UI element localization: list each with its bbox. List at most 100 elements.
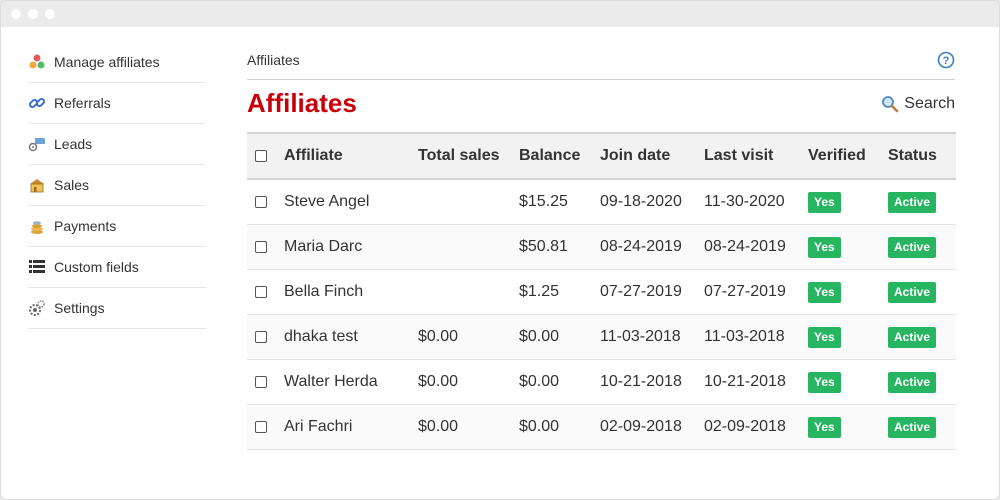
sidebar-item-label: Settings bbox=[54, 300, 105, 316]
link-icon bbox=[28, 97, 46, 109]
balance: $0.00 bbox=[519, 359, 600, 405]
verified-badge: Yes bbox=[808, 416, 841, 438]
last-visit: 07-27-2019 bbox=[704, 269, 808, 315]
search-icon bbox=[882, 96, 899, 113]
verified-badge: Yes bbox=[808, 191, 841, 213]
main-content: Affiliates ? Affiliates Search Affiliate… bbox=[247, 42, 956, 450]
breadcrumb-row: Affiliates ? bbox=[247, 42, 955, 80]
status-badge: Active bbox=[888, 281, 937, 303]
sidebar-item-leads[interactable]: Leads bbox=[28, 124, 205, 165]
sales-icon bbox=[30, 179, 44, 193]
status-badge: Active bbox=[888, 236, 937, 258]
sidebar-item-settings[interactable]: Settings bbox=[28, 288, 205, 329]
affiliate-name[interactable]: Ari Fachri bbox=[284, 404, 418, 450]
sidebar-item-label: Sales bbox=[54, 177, 90, 193]
column-header-affiliate[interactable]: Affiliate bbox=[284, 133, 418, 179]
last-visit: 08-24-2019 bbox=[704, 224, 808, 270]
row-checkbox[interactable] bbox=[255, 420, 267, 433]
list-icon bbox=[29, 260, 45, 273]
status-badge: Active bbox=[888, 371, 937, 393]
verified-badge: Yes bbox=[808, 326, 841, 348]
last-visit: 11-03-2018 bbox=[704, 314, 808, 360]
column-header-status[interactable]: Status bbox=[888, 133, 956, 179]
join-date: 02-09-2018 bbox=[600, 404, 704, 450]
sidebar-item-custom-fields[interactable]: Custom fields bbox=[28, 247, 205, 288]
browser-window: Manage affiliates Referrals Leads Sales … bbox=[0, 0, 1000, 500]
balance: $50.81 bbox=[519, 224, 600, 270]
row-checkbox[interactable] bbox=[255, 285, 267, 298]
affiliate-name[interactable]: Bella Finch bbox=[284, 269, 418, 315]
row-checkbox[interactable] bbox=[255, 330, 267, 343]
column-header-total-sales[interactable]: Total sales bbox=[418, 133, 519, 179]
gear-icon bbox=[29, 300, 45, 316]
breadcrumb: Affiliates bbox=[247, 52, 300, 68]
search-label: Search bbox=[904, 95, 955, 112]
window-dot-icon bbox=[45, 9, 55, 19]
table-row[interactable]: Maria Darc $50.81 08-24-2019 08-24-2019 … bbox=[247, 224, 956, 270]
status-badge: Active bbox=[888, 191, 937, 213]
total-sales bbox=[418, 269, 519, 315]
window-dot-icon bbox=[28, 9, 38, 19]
sidebar-item-manage-affiliates[interactable]: Manage affiliates bbox=[28, 42, 205, 83]
balance: $1.25 bbox=[519, 269, 600, 315]
table-row[interactable]: Bella Finch $1.25 07-27-2019 07-27-2019 … bbox=[247, 269, 956, 315]
column-header-verified[interactable]: Verified bbox=[808, 133, 888, 179]
window-titlebar bbox=[1, 1, 999, 27]
affiliate-name[interactable]: Steve Angel bbox=[284, 179, 418, 225]
last-visit: 11-30-2020 bbox=[704, 179, 808, 225]
page-title: Affiliates bbox=[247, 88, 357, 118]
row-checkbox[interactable] bbox=[255, 195, 267, 208]
select-all-cell bbox=[247, 133, 284, 179]
select-all-checkbox[interactable] bbox=[255, 149, 267, 162]
affiliates-icon bbox=[29, 54, 45, 69]
sidebar-item-label: Payments bbox=[54, 218, 117, 234]
total-sales bbox=[418, 179, 519, 225]
sidebar-item-label: Custom fields bbox=[54, 259, 139, 275]
sidebar-nav: Manage affiliates Referrals Leads Sales … bbox=[28, 42, 205, 329]
sidebar-item-sales[interactable]: Sales bbox=[28, 165, 205, 206]
svg-text:?: ? bbox=[943, 55, 950, 67]
verified-badge: Yes bbox=[808, 236, 841, 258]
verified-badge: Yes bbox=[808, 281, 841, 303]
column-header-join-date[interactable]: Join date bbox=[600, 133, 704, 179]
search-button[interactable]: Search bbox=[881, 95, 955, 113]
row-checkbox[interactable] bbox=[255, 375, 267, 388]
affiliate-name[interactable]: dhaka test bbox=[284, 314, 418, 360]
balance: $0.00 bbox=[519, 314, 600, 360]
table-row[interactable]: Steve Angel $15.25 09-18-2020 11-30-2020… bbox=[247, 179, 956, 225]
total-sales: $0.00 bbox=[418, 404, 519, 450]
sidebar-item-label: Manage affiliates bbox=[54, 54, 160, 70]
join-date: 09-18-2020 bbox=[600, 179, 704, 225]
total-sales: $0.00 bbox=[418, 359, 519, 405]
table-row[interactable]: dhaka test $0.00 $0.00 11-03-2018 11-03-… bbox=[247, 314, 956, 360]
balance: $15.25 bbox=[519, 179, 600, 225]
column-header-last-visit[interactable]: Last visit bbox=[704, 133, 808, 179]
window-dot-icon bbox=[11, 9, 21, 19]
affiliate-name[interactable]: Maria Darc bbox=[284, 224, 418, 270]
join-date: 10-21-2018 bbox=[600, 359, 704, 405]
table-header-row: Affiliate Total sales Balance Join date … bbox=[247, 133, 956, 179]
table-row[interactable]: Walter Herda $0.00 $0.00 10-21-2018 10-2… bbox=[247, 359, 956, 405]
join-date: 11-03-2018 bbox=[600, 314, 704, 360]
total-sales bbox=[418, 224, 519, 270]
sidebar-item-referrals[interactable]: Referrals bbox=[28, 83, 205, 124]
sidebar-item-label: Leads bbox=[54, 136, 93, 152]
status-badge: Active bbox=[888, 326, 937, 348]
affiliates-table: Affiliate Total sales Balance Join date … bbox=[247, 132, 956, 450]
join-date: 08-24-2019 bbox=[600, 224, 704, 270]
join-date: 07-27-2019 bbox=[600, 269, 704, 315]
help-icon[interactable]: ? bbox=[937, 51, 955, 69]
last-visit: 10-21-2018 bbox=[704, 359, 808, 405]
affiliate-name[interactable]: Walter Herda bbox=[284, 359, 418, 405]
verified-badge: Yes bbox=[808, 371, 841, 393]
balance: $0.00 bbox=[519, 404, 600, 450]
sidebar-item-payments[interactable]: Payments bbox=[28, 206, 205, 247]
row-checkbox[interactable] bbox=[255, 240, 267, 253]
payments-icon bbox=[31, 221, 43, 234]
sidebar-item-label: Referrals bbox=[54, 95, 111, 111]
title-row: Affiliates Search bbox=[247, 80, 955, 132]
column-header-balance[interactable]: Balance bbox=[519, 133, 600, 179]
last-visit: 02-09-2018 bbox=[704, 404, 808, 450]
table-row[interactable]: Ari Fachri $0.00 $0.00 02-09-2018 02-09-… bbox=[247, 404, 956, 450]
leads-icon bbox=[28, 138, 45, 152]
